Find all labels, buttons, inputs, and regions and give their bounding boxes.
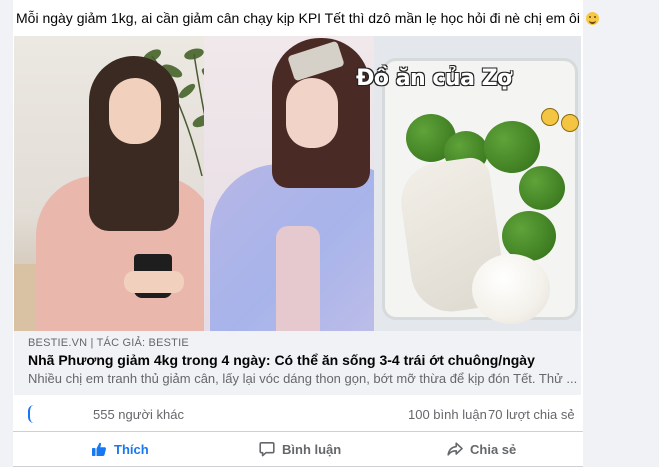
- woman-face-2: [286, 78, 338, 148]
- woman-lace-top: [276, 226, 320, 331]
- reaction-icon: [28, 405, 34, 423]
- boiled-egg: [472, 254, 550, 324]
- share-button[interactable]: Chia sẻ: [447, 438, 516, 460]
- like-label: Thích: [114, 441, 149, 457]
- link-description: Nhiều chị em tranh thủ giảm cân, lấy lại…: [28, 371, 578, 386]
- post-text-content: Mỗi ngày giảm 1kg, ai cần giảm cân chạy …: [16, 10, 580, 26]
- post-actions: Thích Bình luận Chia sẻ: [13, 432, 583, 466]
- crying-face-icon: [541, 108, 559, 126]
- broccoli: [484, 121, 540, 173]
- woman-arm: [124, 271, 184, 293]
- right-gutter: [583, 0, 659, 467]
- like-button[interactable]: Thích: [91, 438, 149, 460]
- thumbs-up-icon: [92, 442, 106, 456]
- comment-button[interactable]: Bình luận: [259, 438, 341, 460]
- link-domain: BESTIE.VN | TÁC GIẢ: BESTIE: [28, 337, 189, 349]
- crying-face-icon: [561, 114, 579, 132]
- woman-face: [109, 78, 161, 144]
- broccoli: [519, 166, 565, 210]
- reaction-count[interactable]: 555 người khác: [93, 407, 184, 422]
- share-count[interactable]: 70 lượt chia sẻ: [488, 407, 575, 422]
- image-overlay-caption: Đồ ăn của Zợ: [356, 66, 512, 91]
- comment-label: Bình luận: [282, 441, 342, 457]
- comment-bubble-icon: [259, 442, 275, 457]
- post-text: Mỗi ngày giảm 1kg, ai cần giảm cân chạy …: [16, 9, 599, 27]
- link-preview-image[interactable]: Đồ ăn của Zợ i: [14, 36, 581, 331]
- share-arrow-icon: [447, 442, 463, 456]
- link-title[interactable]: Nhã Phương giảm 4kg trong 4 ngày: Có thể…: [28, 352, 535, 368]
- link-preview-meta[interactable]: BESTIE.VN | TÁC GIẢ: BESTIE Nhã Phương g…: [14, 331, 581, 395]
- share-label: Chia sẻ: [470, 441, 517, 457]
- comment-count[interactable]: 100 bình luận: [408, 407, 487, 422]
- smiling-face-emoji-icon: [585, 12, 599, 25]
- reactions-summary: 555 người khác 100 bình luận 70 lượt chi…: [13, 396, 583, 432]
